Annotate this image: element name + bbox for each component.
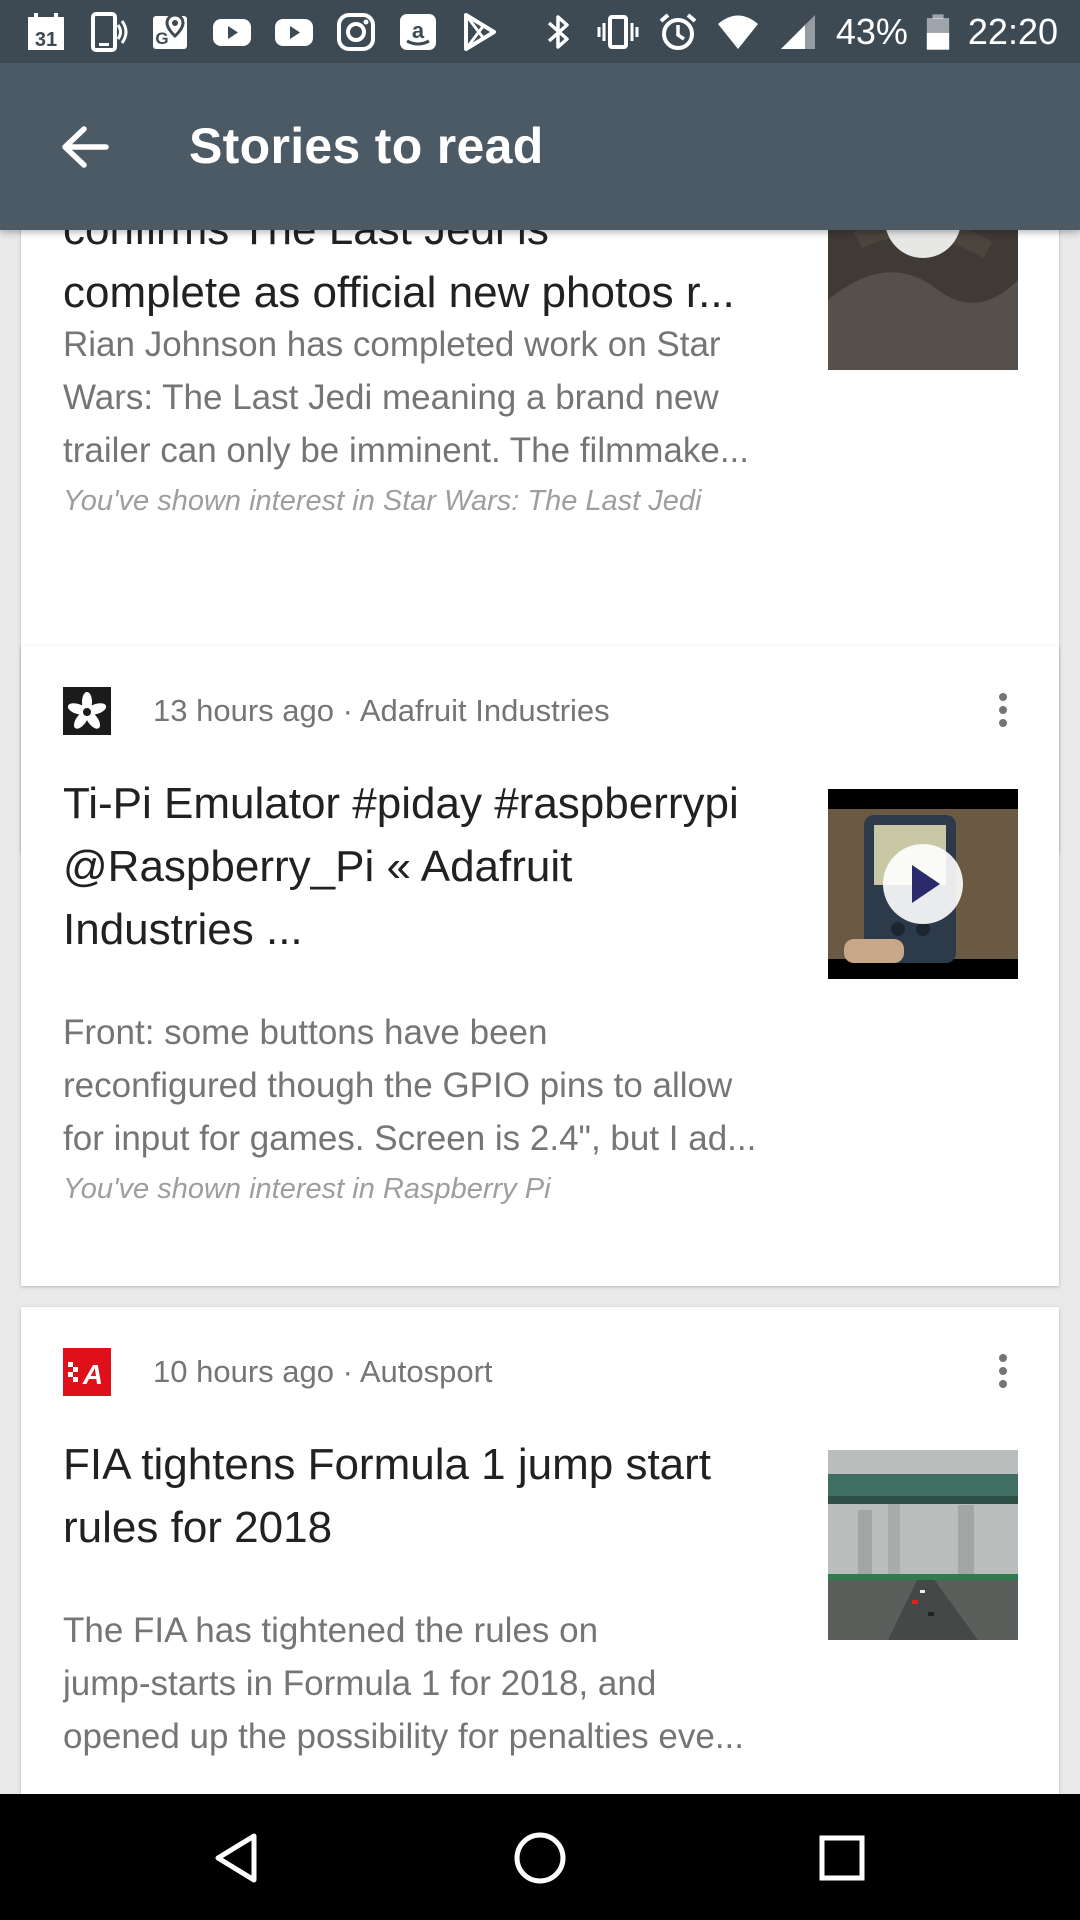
story-meta: 13 hours ago · Adafruit Industries [153,693,610,728]
story-card[interactable]: 13 hours ago · Adafruit Industries Ti-Pi… [21,646,1059,1286]
story-meta: 10 hours ago · Autosport [153,1354,493,1389]
adafruit-logo-icon [63,687,111,735]
autosport-logo-icon: A [63,1348,111,1396]
story-headline[interactable]: Ti-Pi Emulator #piday #raspberrypi @Rasp… [63,772,803,961]
wifi-icon [716,10,760,54]
card-header: 13 hours ago · Adafruit Industries [63,686,610,736]
battery-percent: 43% [835,11,908,52]
more-options-button[interactable] [983,690,1023,730]
navigation-bar [0,1794,1080,1920]
interest-reason: You've shown interest in Raspberry Pi [63,1173,551,1205]
story-summary: The FIA has tightened the rules on jump-… [63,1611,744,1756]
battery-icon [924,10,952,54]
amazon-icon: a [396,10,440,54]
nav-home-button[interactable] [504,1822,576,1894]
maps-icon: G [148,10,192,54]
story-thumbnail[interactable] [828,789,1018,979]
story-headline[interactable]: confirms The Last Jedi is complete as of… [63,230,803,324]
story-card[interactable]: A 10 hours ago · Autosport FIA tightens … [21,1307,1059,1794]
home-circle-icon [514,1832,566,1884]
status-bar: 31 G a 43% 22:20 [0,0,1080,63]
more-vert-icon [999,1354,1007,1388]
story-thumbnail[interactable] [828,1450,1018,1640]
story-thumbnail[interactable] [828,230,1018,370]
system-status: 43% 22:20 [536,8,1058,56]
clock: 22:20 [967,11,1058,52]
back-triangle-icon [215,1833,257,1883]
youtube-icon [272,10,316,54]
alarm-icon [656,10,700,54]
page-title: Stories to read [189,118,544,174]
interest-reason: You've shown interest in Star Wars: The … [63,485,702,517]
story-summary: Front: some buttons have been reconfigur… [63,1013,757,1158]
stories-list[interactable]: confirms The Last Jedi is complete as of… [0,230,1080,1794]
calendar-icon: 31 [24,10,68,54]
more-options-button[interactable] [983,1351,1023,1391]
nav-back-button[interactable] [200,1822,272,1894]
more-vert-icon [999,693,1007,727]
cell-signal-icon [776,10,820,54]
instagram-icon [334,10,378,54]
vibrate-icon [596,10,640,54]
play-store-icon [458,10,502,54]
svg-text:G: G [155,29,168,48]
bluetooth-icon [536,10,580,54]
card-header: A 10 hours ago · Autosport [63,1347,493,1397]
back-button[interactable] [50,115,120,179]
svg-text:31: 31 [35,29,57,51]
svg-text:a: a [412,18,425,43]
story-summary: Rian Johnson has completed work on Star … [63,325,750,470]
youtube-icon [210,10,254,54]
phone-signal-icon [86,10,130,54]
arrow-back-icon [62,126,109,168]
story-headline[interactable]: FIA tightens Formula 1 jump start rules … [63,1433,803,1559]
recents-square-icon [819,1835,865,1881]
nav-recents-button[interactable] [806,1822,878,1894]
app-bar: Stories to read [0,63,1080,230]
svg-text:A: A [82,1359,103,1390]
notification-icons: 31 G a [24,8,502,56]
